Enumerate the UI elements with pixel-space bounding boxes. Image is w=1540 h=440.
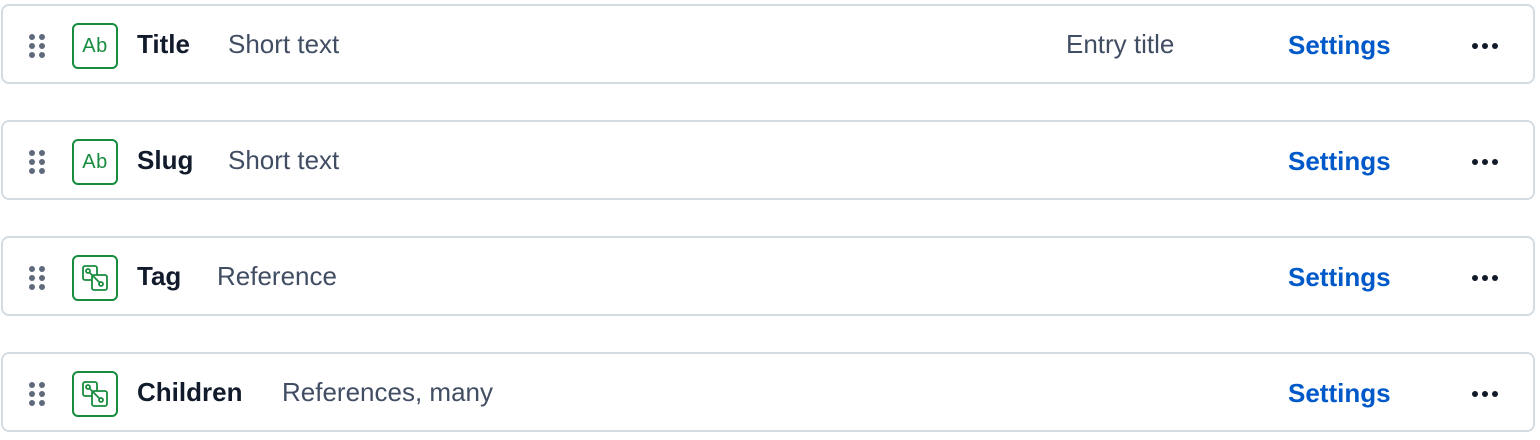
- reference-icon: [72, 255, 118, 301]
- field-row-slug: Ab Slug Short text Settings: [1, 120, 1535, 200]
- short-text-icon-label: Ab: [82, 150, 108, 173]
- field-name: Children: [137, 376, 243, 407]
- field-type: Short text: [228, 144, 340, 175]
- settings-button[interactable]: Settings: [1288, 6, 1391, 84]
- field-row-children: Children References, many Settings: [1, 352, 1535, 432]
- field-type: References, many: [282, 376, 493, 407]
- field-name: Slug: [137, 144, 194, 175]
- more-options-icon[interactable]: [1465, 380, 1505, 408]
- field-type: Short text: [228, 28, 340, 59]
- reference-icon: [72, 371, 118, 417]
- drag-handle-icon[interactable]: [27, 265, 49, 291]
- drag-handle-icon[interactable]: [27, 149, 49, 175]
- short-text-icon-label: Ab: [82, 34, 108, 57]
- field-name: Tag: [137, 260, 182, 291]
- settings-button[interactable]: Settings: [1288, 354, 1391, 432]
- content-type-fields-list: Ab Title Short text Entry title Settings…: [0, 0, 1540, 440]
- more-options-icon[interactable]: [1465, 264, 1505, 292]
- drag-handle-icon[interactable]: [27, 33, 49, 59]
- drag-handle-icon[interactable]: [27, 381, 49, 407]
- short-text-icon: Ab: [72, 139, 118, 185]
- field-name: Title: [137, 28, 190, 59]
- short-text-icon: Ab: [72, 23, 118, 69]
- more-options-icon[interactable]: [1465, 32, 1505, 60]
- more-options-icon[interactable]: [1465, 148, 1505, 176]
- settings-button[interactable]: Settings: [1288, 238, 1391, 316]
- field-row-title: Ab Title Short text Entry title Settings: [1, 4, 1535, 84]
- entry-title-badge: Entry title: [1066, 28, 1175, 59]
- settings-button[interactable]: Settings: [1288, 122, 1391, 200]
- field-type: Reference: [217, 260, 337, 291]
- field-row-tag: Tag Reference Settings: [1, 236, 1535, 316]
